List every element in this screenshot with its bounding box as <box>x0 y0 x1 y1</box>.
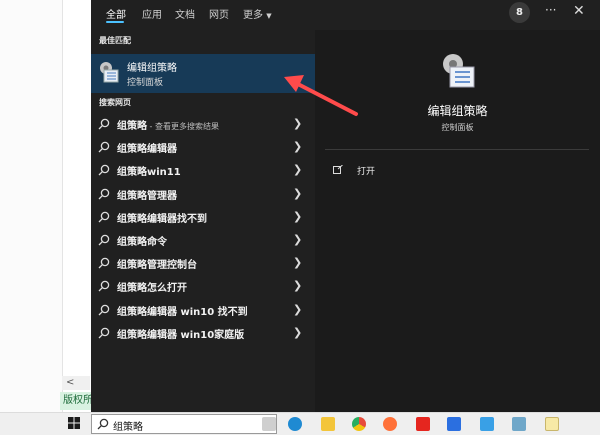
tab-more-label: 更多 <box>243 10 263 21</box>
web-result-label: 组策略 - 查看更多搜索结果 <box>117 117 219 132</box>
web-result-label: 组策略编辑器 win10 找不到 <box>117 307 248 318</box>
best-match-name: 编辑组策略 <box>127 63 177 74</box>
chevron-right-icon: ❯ <box>293 187 303 200</box>
taskbar: 组策略 <box>0 412 600 435</box>
search-icon <box>98 188 110 200</box>
web-result-item[interactable]: 组策略win11 ❯ <box>91 160 315 181</box>
notepad-icon[interactable] <box>545 417 559 431</box>
wps-icon[interactable] <box>416 417 430 431</box>
web-result-label: 组策略管理器 <box>117 191 177 202</box>
best-match-heading: 最佳匹配 <box>99 36 131 45</box>
preview-divider <box>325 149 589 150</box>
chevron-right-icon: ❯ <box>293 326 303 339</box>
windows-start-icon[interactable] <box>68 417 80 429</box>
rewards-badge[interactable]: 8 <box>509 2 530 23</box>
group-policy-icon <box>443 54 475 88</box>
web-result-label: 组策略怎么打开 <box>117 283 187 294</box>
store-icon[interactable] <box>480 417 494 431</box>
web-result-item[interactable]: 组策略命令 ❯ <box>91 230 315 251</box>
web-result-label: 组策略win11 <box>117 167 181 178</box>
scroll-left-button[interactable]: < <box>62 376 90 390</box>
search-icon <box>97 418 109 430</box>
active-tab-indicator <box>106 21 124 23</box>
search-icon <box>98 118 110 130</box>
search-icon <box>98 234 110 246</box>
chevron-down-icon: ▼ <box>266 12 272 20</box>
chevron-right-icon: ❯ <box>293 233 303 246</box>
chevron-right-icon: ❯ <box>293 210 303 223</box>
web-result-label: 组策略命令 <box>117 237 167 248</box>
search-icon <box>98 211 110 223</box>
close-icon[interactable]: ✕ <box>573 3 585 19</box>
search-icon <box>98 164 110 176</box>
search-panel: 全部 应用 文档 网页 更多 ▼ 8 ··· ✕ 最佳匹配 编辑组策略 控制面板… <box>91 0 600 412</box>
tab-documents[interactable]: 文档 <box>175 6 195 21</box>
chevron-right-icon: ❯ <box>293 140 303 153</box>
tab-all[interactable]: 全部 <box>106 6 126 21</box>
search-query: 组策略 <box>113 422 143 433</box>
web-result-item[interactable]: 组策略怎么打开 ❯ <box>91 276 315 297</box>
search-icon <box>98 304 110 316</box>
web-result-label: 组策略管理控制台 <box>117 260 197 271</box>
search-icon <box>98 327 110 339</box>
tab-apps[interactable]: 应用 <box>142 6 162 21</box>
chrome-icon[interactable] <box>352 417 366 431</box>
web-result-item[interactable]: 组策略编辑器找不到 ❯ <box>91 207 315 228</box>
tab-more[interactable]: 更多 ▼ <box>243 6 272 21</box>
web-result-item[interactable]: 组策略编辑器 win10 找不到 ❯ <box>91 300 315 321</box>
edge-icon[interactable] <box>288 417 302 431</box>
preview-subtitle: 控制面板 <box>441 123 474 132</box>
app-icon[interactable] <box>447 417 461 431</box>
web-result-label: 组策略编辑器找不到 <box>117 214 207 225</box>
search-icon <box>98 257 110 269</box>
web-result-item[interactable]: 组策略管理控制台 ❯ <box>91 253 315 274</box>
ellipsis-icon[interactable]: ··· <box>545 3 556 17</box>
task-view-icon[interactable] <box>262 417 276 431</box>
annotation-arrow <box>284 75 358 116</box>
tab-web[interactable]: 网页 <box>209 6 229 21</box>
web-results-heading: 搜索网页 <box>99 98 131 107</box>
best-match-subtitle: 控制面板 <box>127 78 164 88</box>
chevron-right-icon: ❯ <box>293 303 303 316</box>
web-result-item[interactable]: 组策略编辑器 win10家庭版 ❯ <box>91 323 315 344</box>
group-policy-icon <box>100 62 119 83</box>
web-result-item[interactable]: 组策略编辑器 ❯ <box>91 137 315 158</box>
photos-icon[interactable] <box>512 417 526 431</box>
chevron-right-icon: ❯ <box>293 256 303 269</box>
firefox-icon[interactable] <box>383 417 397 431</box>
open-action[interactable]: 打开 <box>357 164 375 177</box>
background-badge: 版权所 <box>60 392 91 410</box>
web-result-suffix: - 查看更多搜索结果 <box>147 122 219 131</box>
taskbar-search-input[interactable]: 组策略 <box>91 414 277 434</box>
search-icon <box>98 141 110 153</box>
web-result-label: 组策略编辑器 <box>117 144 177 155</box>
search-icon <box>98 280 110 292</box>
chevron-right-icon: ❯ <box>293 279 303 292</box>
chevron-right-icon: ❯ <box>293 163 303 176</box>
background-sidebar <box>0 0 63 412</box>
file-explorer-icon[interactable] <box>321 417 335 431</box>
web-result-item[interactable]: 组策略管理器 ❯ <box>91 184 315 205</box>
open-icon <box>333 165 343 174</box>
search-tabs: 全部 应用 文档 网页 更多 ▼ 8 ··· ✕ <box>91 0 600 24</box>
web-result-text: 组策略 <box>117 121 147 132</box>
web-result-label: 组策略编辑器 win10家庭版 <box>117 330 245 341</box>
